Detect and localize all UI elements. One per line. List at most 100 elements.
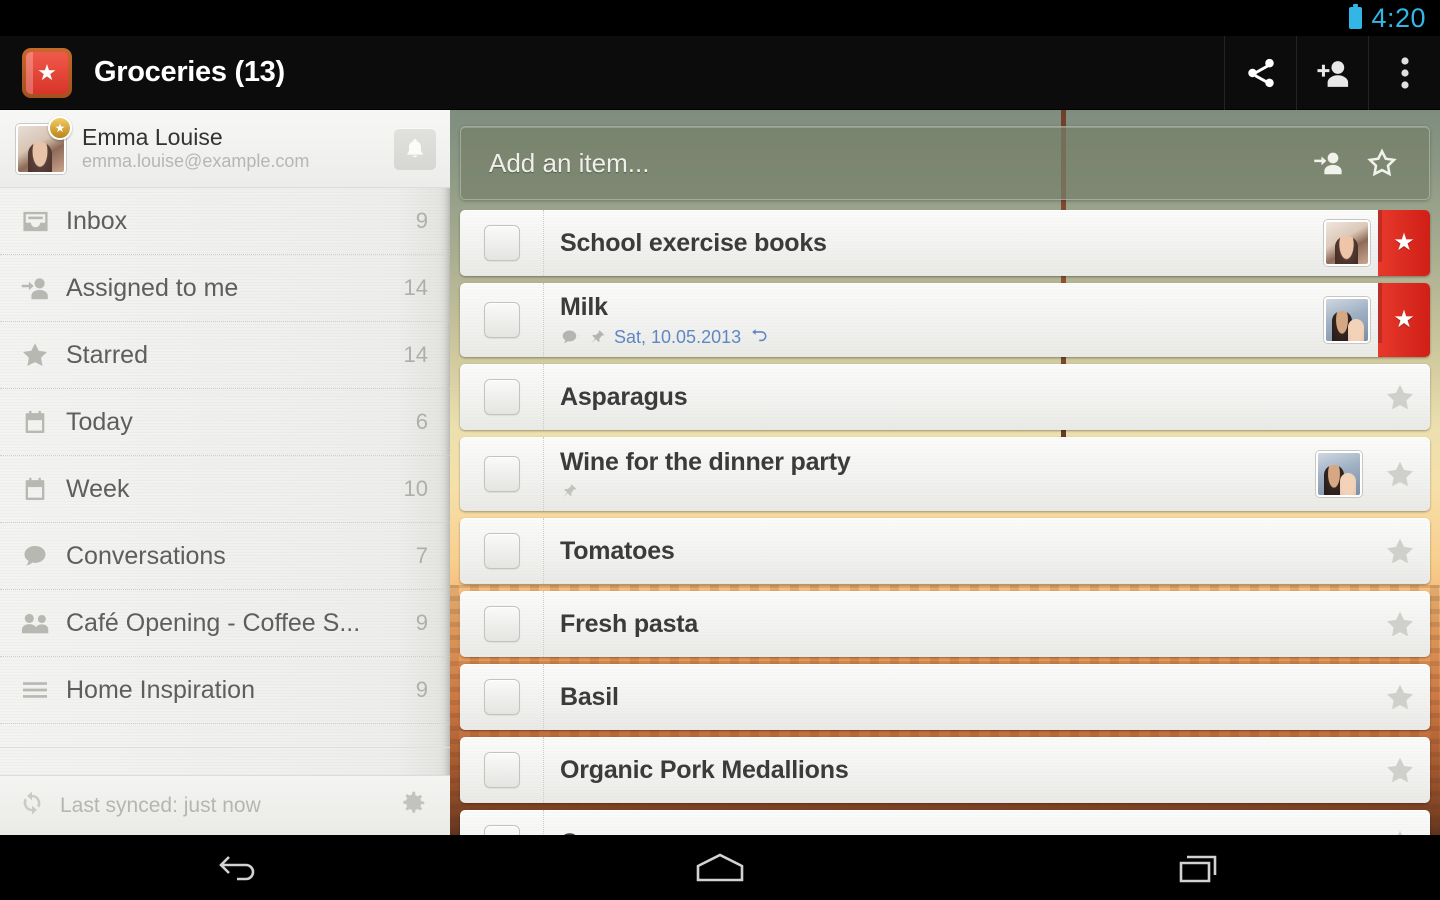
wunderlist-logo-icon[interactable]: ★ bbox=[22, 47, 72, 98]
task-checkbox-cell[interactable] bbox=[460, 364, 544, 430]
sidebar-item-today[interactable]: 24 Today 6 bbox=[0, 389, 450, 456]
task-list: School exercise books ★ Milk Sat, 10.05.… bbox=[450, 210, 1440, 835]
sidebar-item-inbox[interactable]: Inbox 9 bbox=[0, 188, 450, 255]
checkbox-icon[interactable] bbox=[483, 456, 520, 492]
assign-person-button[interactable] bbox=[1301, 148, 1355, 178]
share-icon bbox=[1247, 58, 1274, 87]
page-title: Groceries (13) bbox=[94, 56, 285, 88]
table-row[interactable]: Asparagus bbox=[460, 364, 1430, 430]
star-icon bbox=[1387, 611, 1413, 637]
bell-icon bbox=[407, 138, 423, 157]
checkbox-icon[interactable] bbox=[483, 302, 520, 338]
task-checkbox-cell[interactable] bbox=[460, 737, 544, 803]
star-icon bbox=[1397, 830, 1403, 835]
star-button[interactable] bbox=[1355, 147, 1409, 179]
sidebar-item-count: 6 bbox=[415, 409, 428, 434]
task-checkbox-cell[interactable] bbox=[460, 210, 544, 276]
user-profile-row[interactable]: ★ Emma Louise emma.louise@example.com bbox=[0, 110, 450, 188]
checkbox-icon[interactable] bbox=[483, 225, 520, 261]
task-checkbox-cell[interactable] bbox=[460, 437, 544, 511]
add-item-input[interactable]: Add an item... bbox=[489, 148, 1301, 179]
sidebar-item-conversations[interactable]: Conversations 7 bbox=[0, 523, 450, 590]
notifications-button[interactable] bbox=[394, 127, 436, 170]
star-outline-icon[interactable] bbox=[1370, 518, 1430, 584]
task-checkbox-cell[interactable] bbox=[460, 664, 544, 730]
sidebar-item-assigned-to-me[interactable]: Assigned to me 14 bbox=[0, 255, 450, 322]
checkbox-icon[interactable] bbox=[483, 606, 520, 642]
task-title: Asparagus bbox=[560, 382, 688, 411]
list-lines-icon bbox=[18, 678, 52, 702]
sidebar-item-starred[interactable]: Starred 14 bbox=[0, 322, 450, 389]
android-status-bar: 4:20 bbox=[0, 0, 1440, 36]
sync-status-bar[interactable]: Last synced: just now bbox=[0, 775, 450, 835]
sidebar-item-count: 9 bbox=[415, 610, 428, 635]
assignee-avatar[interactable] bbox=[1324, 220, 1370, 266]
recents-button[interactable] bbox=[960, 851, 1440, 885]
sidebar-nav-list: Inbox 9 Assigned to me 14 Starred 14 24 … bbox=[0, 188, 450, 748]
star-outline-icon[interactable] bbox=[1370, 737, 1430, 803]
red-ribbon-star-icon[interactable]: ★ bbox=[1378, 210, 1430, 276]
task-body: Asparagus bbox=[544, 364, 1370, 430]
star-outline-icon[interactable] bbox=[1370, 591, 1430, 657]
share-button[interactable] bbox=[1224, 35, 1296, 110]
checkbox-icon[interactable] bbox=[483, 679, 520, 715]
table-row[interactable]: Basil bbox=[460, 664, 1430, 730]
pro-star-badge-icon: ★ bbox=[48, 115, 72, 140]
table-row[interactable]: Tomatoes bbox=[460, 518, 1430, 584]
star-outline-icon[interactable] bbox=[1370, 664, 1430, 730]
sidebar-item-label: Week bbox=[66, 474, 130, 503]
task-checkbox-cell[interactable] bbox=[460, 283, 544, 357]
table-row[interactable]: Wine for the dinner party bbox=[460, 437, 1430, 511]
task-title: Organic Pork Medallions bbox=[560, 755, 849, 784]
star-outline-icon[interactable] bbox=[1370, 364, 1430, 430]
task-checkbox-cell[interactable] bbox=[460, 591, 544, 657]
sidebar-item-home-inspiration[interactable]: Home Inspiration 9 bbox=[0, 657, 450, 724]
app-action-bar: ★ Groceries (13) bbox=[0, 35, 1440, 110]
checkbox-icon[interactable] bbox=[483, 752, 520, 788]
assignee-avatar[interactable] bbox=[1324, 297, 1370, 343]
task-meta bbox=[560, 482, 1304, 500]
home-icon bbox=[696, 853, 744, 881]
assignee-avatar[interactable] bbox=[1316, 451, 1362, 497]
sync-status-label: Last synced: just now bbox=[60, 793, 261, 817]
sidebar-item-partial-cutoff[interactable] bbox=[0, 724, 450, 748]
star-icon bbox=[18, 340, 52, 370]
table-row[interactable]: Milk Sat, 10.05.2013 ★ bbox=[460, 283, 1430, 357]
task-title: Fresh pasta bbox=[560, 609, 699, 638]
sidebar-item-cafe-opening[interactable]: Café Opening - Coffee S... 9 bbox=[0, 590, 450, 657]
task-right bbox=[1316, 437, 1370, 511]
task-checkbox-cell[interactable] bbox=[460, 518, 544, 584]
svg-text:24: 24 bbox=[30, 421, 40, 431]
sidebar-item-label: Today bbox=[66, 407, 133, 436]
star-icon bbox=[1387, 461, 1413, 487]
recents-icon bbox=[1179, 855, 1217, 882]
checkbox-icon[interactable] bbox=[483, 825, 520, 835]
checkbox-icon[interactable] bbox=[483, 533, 520, 569]
task-body: School exercise books bbox=[544, 210, 1324, 276]
android-nav-bar bbox=[0, 835, 1440, 900]
table-row[interactable]: School exercise books ★ bbox=[460, 210, 1430, 276]
table-row[interactable]: Organic Pork Medallions bbox=[460, 737, 1430, 803]
avatar-wrapper: ★ bbox=[16, 115, 72, 174]
star-icon bbox=[1387, 684, 1413, 710]
star-outline-icon[interactable] bbox=[1370, 810, 1430, 835]
sidebar-item-week[interactable]: Week 10 bbox=[0, 456, 450, 523]
table-row[interactable]: Fresh pasta bbox=[460, 591, 1430, 657]
sidebar-item-count: 14 bbox=[403, 275, 428, 300]
back-button[interactable] bbox=[0, 851, 480, 885]
home-button[interactable] bbox=[480, 851, 960, 885]
task-checkbox-cell[interactable] bbox=[460, 810, 544, 835]
add-person-button[interactable] bbox=[1296, 35, 1368, 110]
task-title: School exercise books bbox=[560, 228, 827, 257]
sidebar: ★ Emma Louise emma.louise@example.com In… bbox=[0, 110, 450, 835]
task-body: Organic Pork Medallions bbox=[544, 737, 1370, 803]
overflow-menu-button[interactable] bbox=[1368, 35, 1440, 110]
red-ribbon-star-icon[interactable]: ★ bbox=[1378, 283, 1430, 357]
checkbox-icon[interactable] bbox=[483, 379, 520, 415]
assign-person-icon bbox=[1314, 152, 1342, 175]
table-row[interactable]: Oranges bbox=[460, 810, 1430, 835]
settings-button[interactable] bbox=[398, 788, 428, 823]
add-person-icon bbox=[1316, 60, 1348, 87]
add-item-bar[interactable]: Add an item... bbox=[460, 126, 1430, 200]
star-outline-icon[interactable] bbox=[1370, 437, 1430, 511]
